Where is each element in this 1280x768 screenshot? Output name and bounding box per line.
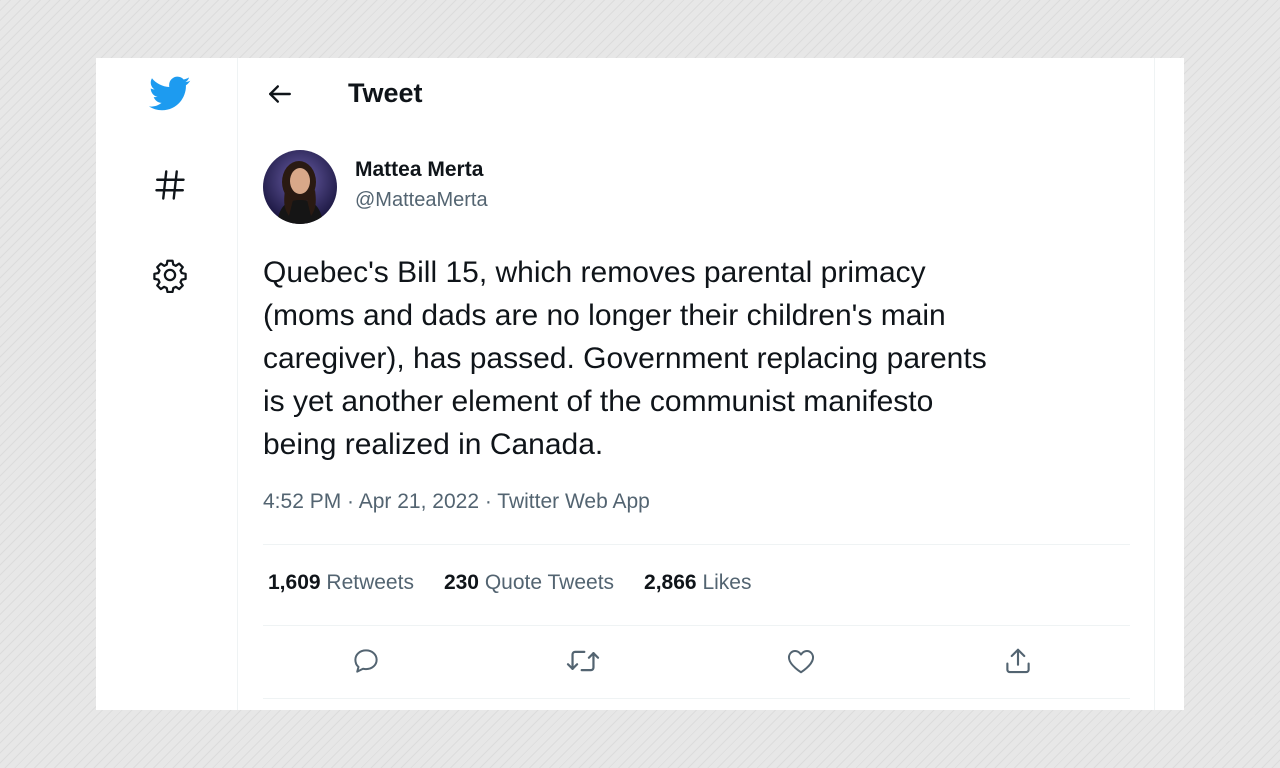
likes-label: Likes [702, 571, 752, 594]
divider [263, 698, 1130, 699]
retweets-label: Retweets [326, 571, 414, 594]
share-icon[interactable] [998, 643, 1038, 679]
reply-icon[interactable] [346, 643, 386, 679]
tweet-source-app[interactable]: Twitter Web App [497, 490, 650, 513]
author-handle[interactable]: @MatteaMerta [355, 189, 488, 212]
quote-tweets-label: Quote Tweets [484, 571, 615, 594]
tweet-meta: 4:52 PM · Apr 21, 2022 · Twitter Web App [263, 490, 650, 514]
gear-icon[interactable] [148, 253, 192, 297]
column-divider [1154, 58, 1155, 710]
likes-stat[interactable]: 2,866 Likes [644, 571, 751, 595]
retweets-stat[interactable]: 1,609 Retweets [268, 571, 414, 595]
back-arrow-icon[interactable] [260, 78, 300, 110]
meta-separator: · [341, 490, 359, 513]
retweet-icon[interactable] [563, 643, 603, 679]
likes-count: 2,866 [644, 571, 697, 594]
twitter-bird-icon[interactable] [148, 72, 192, 116]
tweet-column: Tweet Mattea Merta @MatteaMerta Quebec's… [238, 58, 1154, 710]
retweets-count: 1,609 [268, 571, 321, 594]
tweet-stats: 1,609 Retweets 230 Quote Tweets 2,866 Li… [268, 571, 781, 595]
sidebar [96, 58, 238, 710]
tweet-time[interactable]: 4:52 PM [263, 490, 341, 513]
quote-tweets-stat[interactable]: 230 Quote Tweets [444, 571, 614, 595]
page-title: Tweet [348, 78, 423, 108]
author-name[interactable]: Mattea Merta [355, 158, 483, 182]
hashtag-icon[interactable] [148, 163, 192, 207]
avatar[interactable] [263, 150, 337, 224]
tweet-date[interactable]: Apr 21, 2022 [359, 490, 479, 513]
quote-tweets-count: 230 [443, 571, 479, 594]
heart-icon[interactable] [781, 643, 821, 679]
divider [263, 625, 1130, 626]
tweet-text: Quebec's Bill 15, which removes parental… [263, 256, 987, 461]
meta-separator: · [479, 490, 498, 513]
tweet-card: Tweet Mattea Merta @MatteaMerta Quebec's… [96, 58, 1184, 710]
divider [263, 544, 1130, 545]
